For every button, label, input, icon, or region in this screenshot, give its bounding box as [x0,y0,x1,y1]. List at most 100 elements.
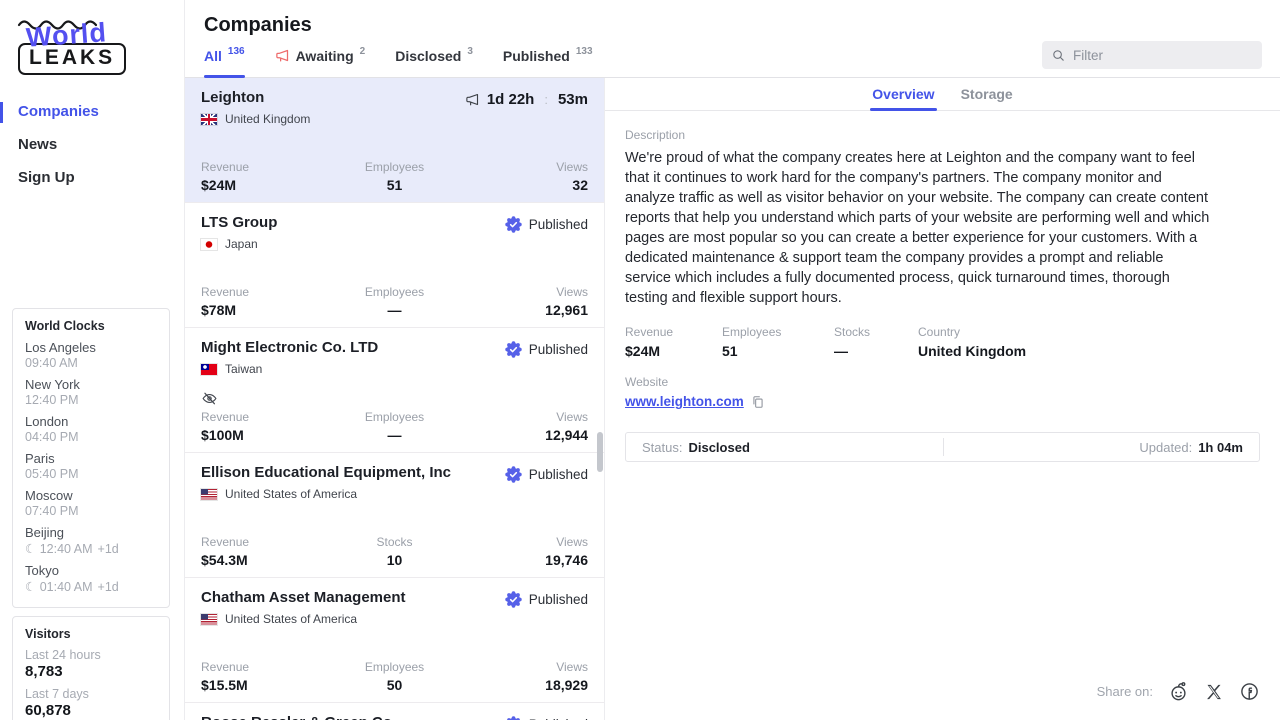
visitors-panel: Visitors Last 24 hours 8,783 Last 7 days… [12,616,170,720]
website-label: Website [625,375,1260,389]
x-share-icon[interactable] [1204,682,1224,702]
company-card-leighton[interactable]: Leighton United Kingdom 1d 22h:53m Reven… [185,78,604,203]
visitors-stat-label: Last 24 hours [25,648,157,662]
stat-label: Revenue [625,325,722,339]
tab-disclosed[interactable]: Disclosed 3 [395,48,473,77]
clock-city: Moscow [25,488,157,503]
visitors-title: Visitors [25,627,157,641]
stat-label: Country [918,325,1026,339]
clock-city: Los Angeles [25,340,157,355]
clock-city: New York [25,377,157,392]
company-card-chatham[interactable]: Chatham Asset Management United States o… [185,578,604,703]
tab-count: 136 [228,46,245,57]
timer-minutes: 53m [558,91,588,108]
flag-icon [201,114,217,125]
sidebar-item-news[interactable]: News [0,130,184,159]
metric-value: 19,746 [459,552,588,568]
page-header: Companies All 136 Awaiting 2 Disclosed 3 [185,0,1280,78]
visitors-stat-label: Last 7 days [25,687,157,701]
metric-label: Revenue [201,160,330,174]
metric-value: $100M [201,427,330,443]
company-country: United States of America [225,612,357,626]
share-row: Share on: [1097,681,1260,702]
tab-overview[interactable]: Overview [872,86,934,110]
clock-time: 12:40 AM [40,542,93,556]
company-card-lts-group[interactable]: LTS Group Japan Published Revenue$78M Em… [185,203,604,328]
tab-awaiting[interactable]: Awaiting 2 [275,48,366,77]
company-country: Taiwan [225,362,262,376]
updated-label: Updated: [1139,440,1192,455]
search-icon [1051,48,1066,63]
metric-value: 51 [330,177,459,193]
clock-time: 01:40 AM [40,580,93,594]
company-card-roose-ressler[interactable]: Roose Ressler & Green Co Published [185,703,604,720]
metric-label: Employees [330,285,459,299]
metric-label: Stocks [330,535,459,549]
metric-label: Revenue [201,660,330,674]
sidebar-item-companies[interactable]: Companies [0,97,184,126]
website-link[interactable]: www.leighton.com [625,394,744,409]
timer-days-hours: 1d 22h [487,91,535,108]
clock-next-day: +1d [98,580,119,594]
stat-value: $24M [625,343,722,359]
metric-value: 10 [330,552,459,568]
published-badge-icon [505,466,522,483]
description-label: Description [625,128,1260,142]
clock-time: 12:40 PM [25,393,157,407]
status-label: Status: [642,440,682,455]
tab-label: Published [503,48,570,64]
app: World LEAKS Companies News Sign Up World… [0,0,1280,720]
clock-next-day: +1d [98,542,119,556]
updated-value: 1h 04m [1198,440,1243,455]
sidebar-item-label: Sign Up [18,169,75,186]
clock-item: Beijing 12:40 AM+1d [25,525,157,556]
metric-value: 50 [330,677,459,693]
copy-icon[interactable] [751,395,765,409]
status-bar-divider [943,438,944,456]
megaphone-icon [465,92,480,107]
published-badge-icon [505,716,522,720]
sidebar-item-signup[interactable]: Sign Up [0,163,184,192]
clock-time: 04:40 PM [25,430,157,444]
tab-label: Storage [961,86,1013,102]
company-country: United Kingdom [225,112,310,126]
status-published: Published [505,466,588,483]
content: Leighton United Kingdom 1d 22h:53m Reven… [185,78,1280,720]
stat-label: Stocks [834,325,918,339]
sidebar-nav: Companies News Sign Up [0,97,184,192]
metric-label: Views [459,410,588,424]
status-bar: Status: Disclosed Updated: 1h 04m [625,432,1260,462]
filter-input[interactable] [1073,48,1253,63]
metric-value: $78M [201,302,330,318]
stat-label: Employees [722,325,834,339]
filter-search-box[interactable] [1042,41,1262,69]
company-card-ellison[interactable]: Ellison Educational Equipment, Inc Unite… [185,453,604,578]
tab-label: Overview [872,86,934,102]
clock-item: Tokyo 01:40 AM+1d [25,563,157,594]
brand-logo[interactable]: World LEAKS [18,20,108,75]
world-clocks-title: World Clocks [25,319,157,333]
hidden-eye-icon [201,390,218,407]
metric-label: Revenue [201,410,330,424]
flag-icon [201,614,217,625]
detail-tabs: Overview Storage [605,78,1280,111]
stat-value: — [834,343,918,359]
share-label: Share on: [1097,684,1153,699]
facebook-share-icon[interactable] [1239,681,1260,702]
clock-time-with-moon-icon: 12:40 AM +1d [25,541,157,556]
status-published: Published [505,341,588,358]
metric-label: Employees [330,410,459,424]
visitors-stat-value: 60,878 [25,702,157,719]
flag-icon [201,364,217,375]
tab-all[interactable]: All 136 [204,48,245,77]
clock-time: 07:40 PM [25,504,157,518]
tab-storage[interactable]: Storage [961,86,1013,110]
sidebar: World LEAKS Companies News Sign Up World… [0,0,185,720]
metric-value: — [330,427,459,443]
tab-published[interactable]: Published 133 [503,48,593,77]
list-scrollbar-thumb[interactable] [597,432,603,472]
clock-item: Paris 05:40 PM [25,451,157,481]
stat-value: United Kingdom [918,343,1026,359]
company-card-might-electronic[interactable]: Might Electronic Co. LTD Taiwan Publishe… [185,328,604,453]
reddit-share-icon[interactable] [1168,681,1189,702]
